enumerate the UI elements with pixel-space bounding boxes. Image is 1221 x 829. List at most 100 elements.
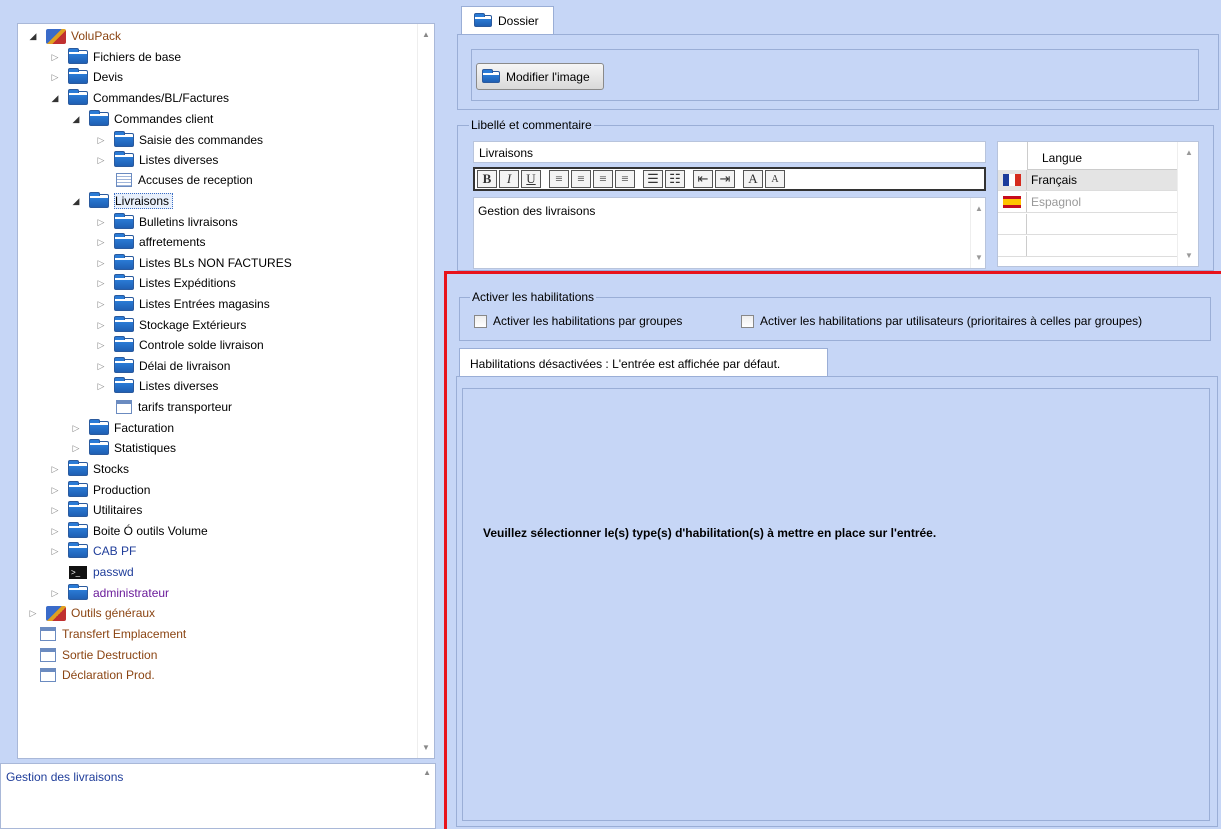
- tree-node[interactable]: ▷ Statistiques: [69, 438, 176, 458]
- tree-node[interactable]: >_ passwd: [62, 562, 134, 582]
- tree-node[interactable]: ▷ Controle solde livraison: [94, 335, 264, 355]
- underline-button[interactable]: U: [521, 170, 541, 188]
- description-box[interactable]: Gestion des livraisons ▲: [0, 763, 436, 829]
- navigation-tree[interactable]: ◢ VoluPack ▷ Fichiers de base ▷ Devis ◢ Comm…: [17, 23, 435, 759]
- bold-button[interactable]: B: [477, 170, 497, 188]
- tree-node[interactable]: ▷ Facturation: [69, 418, 174, 438]
- tree-node[interactable]: Accuses de reception: [108, 170, 253, 190]
- tree-node[interactable]: ▷ Listes Entrées magasins: [94, 294, 270, 314]
- tree-node[interactable]: tarifs transporteur: [108, 397, 232, 417]
- indent-button[interactable]: ⇥: [715, 170, 735, 188]
- app-icon: [46, 28, 66, 44]
- expand-icon[interactable]: ▷: [69, 423, 83, 434]
- folder-icon: [89, 439, 109, 455]
- tree-node[interactable]: ▷ Listes diverses: [94, 376, 218, 396]
- expand-icon[interactable]: ▷: [94, 217, 108, 228]
- expand-icon[interactable]: ▷: [48, 72, 62, 83]
- tree-node[interactable]: ◢ Commandes client: [69, 109, 213, 129]
- comment-editor[interactable]: Gestion des livraisons ▲ ▼: [473, 197, 986, 269]
- collapse-icon[interactable]: ◢: [69, 196, 83, 207]
- tree-node[interactable]: Sortie Destruction: [32, 645, 157, 665]
- tree-node[interactable]: ▷ Listes BLs NON FACTURES: [94, 253, 292, 273]
- italic-button[interactable]: I: [499, 170, 519, 188]
- language-scrollbar[interactable]: ▲ ▼: [1177, 142, 1198, 266]
- expand-icon[interactable]: ▷: [48, 485, 62, 496]
- tree-node[interactable]: Transfert Emplacement: [32, 624, 186, 644]
- modify-image-button[interactable]: Modifier l'image: [476, 63, 604, 90]
- tree-scrollbar[interactable]: ▲ ▼: [417, 24, 434, 758]
- tree-node[interactable]: Déclaration Prod.: [32, 665, 155, 685]
- expand-icon[interactable]: ▷: [69, 443, 83, 454]
- collapse-icon[interactable]: ◢: [26, 31, 40, 42]
- outdent-button[interactable]: ⇤: [693, 170, 713, 188]
- scroll-down-icon[interactable]: ▼: [422, 743, 430, 752]
- scroll-up-icon[interactable]: ▲: [422, 30, 430, 39]
- scroll-up-icon[interactable]: ▲: [975, 204, 983, 213]
- folder-icon: [89, 419, 109, 435]
- expand-icon[interactable]: ▷: [94, 320, 108, 331]
- language-row[interactable]: Espagnol: [998, 192, 1178, 213]
- expand-icon[interactable]: ▷: [48, 546, 62, 557]
- bullet-list-button[interactable]: ☰: [643, 170, 663, 188]
- expand-icon[interactable]: ▷: [94, 237, 108, 248]
- tree-node[interactable]: ▷ Délai de livraison: [94, 356, 230, 376]
- decrease-font-button[interactable]: A: [765, 170, 785, 188]
- scroll-up-icon[interactable]: ▲: [1185, 148, 1193, 157]
- folder-icon: [68, 48, 88, 64]
- tab-dossier[interactable]: Dossier: [461, 6, 554, 35]
- align-center-button[interactable]: ≡: [571, 170, 591, 188]
- tree-node-volupack[interactable]: ◢ VoluPack: [26, 26, 121, 46]
- expand-icon[interactable]: ▷: [48, 505, 62, 516]
- increase-font-button[interactable]: A: [743, 170, 763, 188]
- tree-node[interactable]: ▷ Listes Expéditions: [94, 273, 236, 293]
- editor-scrollbar[interactable]: ▲ ▼: [970, 198, 985, 268]
- tree-node[interactable]: ▷ affretements: [94, 232, 205, 252]
- tree-node[interactable]: ▷ Listes diverses: [94, 150, 218, 170]
- expand-icon[interactable]: ▷: [94, 155, 108, 166]
- tree-node[interactable]: ◢ Commandes/BL/Factures: [48, 88, 229, 108]
- expand-icon[interactable]: ▷: [48, 52, 62, 63]
- collapse-icon[interactable]: ◢: [48, 93, 62, 104]
- libelle-input[interactable]: Livraisons: [473, 141, 986, 163]
- tree-node[interactable]: ▷ Devis: [48, 67, 123, 87]
- expand-icon[interactable]: ▷: [94, 278, 108, 289]
- tree-node[interactable]: ▷ Saisie des commandes: [94, 130, 263, 150]
- highlight-frame: [444, 271, 1221, 829]
- expand-icon[interactable]: ▷: [94, 381, 108, 392]
- folder-icon: [114, 151, 134, 167]
- scroll-up-icon[interactable]: ▲: [423, 768, 431, 777]
- tree-node[interactable]: ▷ CAB PF: [48, 541, 136, 561]
- align-left-button[interactable]: ≡: [549, 170, 569, 188]
- tree-node[interactable]: ▷ Production: [48, 480, 150, 500]
- rich-text-toolbar: B I U ≡ ≡ ≡ ≡ ☰ ☷ ⇤ ⇥ A A: [473, 167, 986, 191]
- justify-button[interactable]: ≡: [615, 170, 635, 188]
- expand-icon[interactable]: ▷: [94, 135, 108, 146]
- expand-icon[interactable]: ▷: [94, 361, 108, 372]
- scroll-down-icon[interactable]: ▼: [975, 253, 983, 262]
- expand-icon[interactable]: ▷: [94, 258, 108, 269]
- numbered-list-button[interactable]: ☷: [665, 170, 685, 188]
- expand-icon[interactable]: ▷: [48, 526, 62, 537]
- tree-node[interactable]: ▷ Bulletins livraisons: [94, 212, 238, 232]
- collapse-icon[interactable]: ◢: [69, 114, 83, 125]
- language-row[interactable]: Français: [998, 170, 1178, 191]
- tree-node[interactable]: ▷ Outils généraux: [26, 603, 155, 623]
- align-right-button[interactable]: ≡: [593, 170, 613, 188]
- expand-icon[interactable]: ▷: [94, 340, 108, 351]
- tree-node[interactable]: ▷ administrateur: [48, 583, 169, 603]
- expand-icon[interactable]: ▷: [48, 464, 62, 475]
- folder-icon: [68, 460, 88, 476]
- tree-node[interactable]: ▷ Fichiers de base: [48, 47, 181, 67]
- tree-node[interactable]: ▷ Utilitaires: [48, 500, 142, 520]
- expand-icon[interactable]: ▷: [26, 608, 40, 619]
- tree-node[interactable]: ▷ Boite Ó outils Volume: [48, 521, 208, 541]
- expand-icon[interactable]: ▷: [94, 299, 108, 310]
- tree-node[interactable]: ▷ Stocks: [48, 459, 129, 479]
- scroll-down-icon[interactable]: ▼: [1185, 251, 1193, 260]
- tree-node-livraisons[interactable]: ◢ Livraisons: [69, 191, 174, 211]
- expand-icon[interactable]: ▷: [48, 588, 62, 599]
- form-document-icon: [40, 648, 56, 662]
- tree-node[interactable]: ▷ Stockage Extérieurs: [94, 315, 246, 335]
- folder-icon: [114, 213, 134, 229]
- language-grid[interactable]: Langue Français Espagnol ▲ ▼: [997, 141, 1199, 267]
